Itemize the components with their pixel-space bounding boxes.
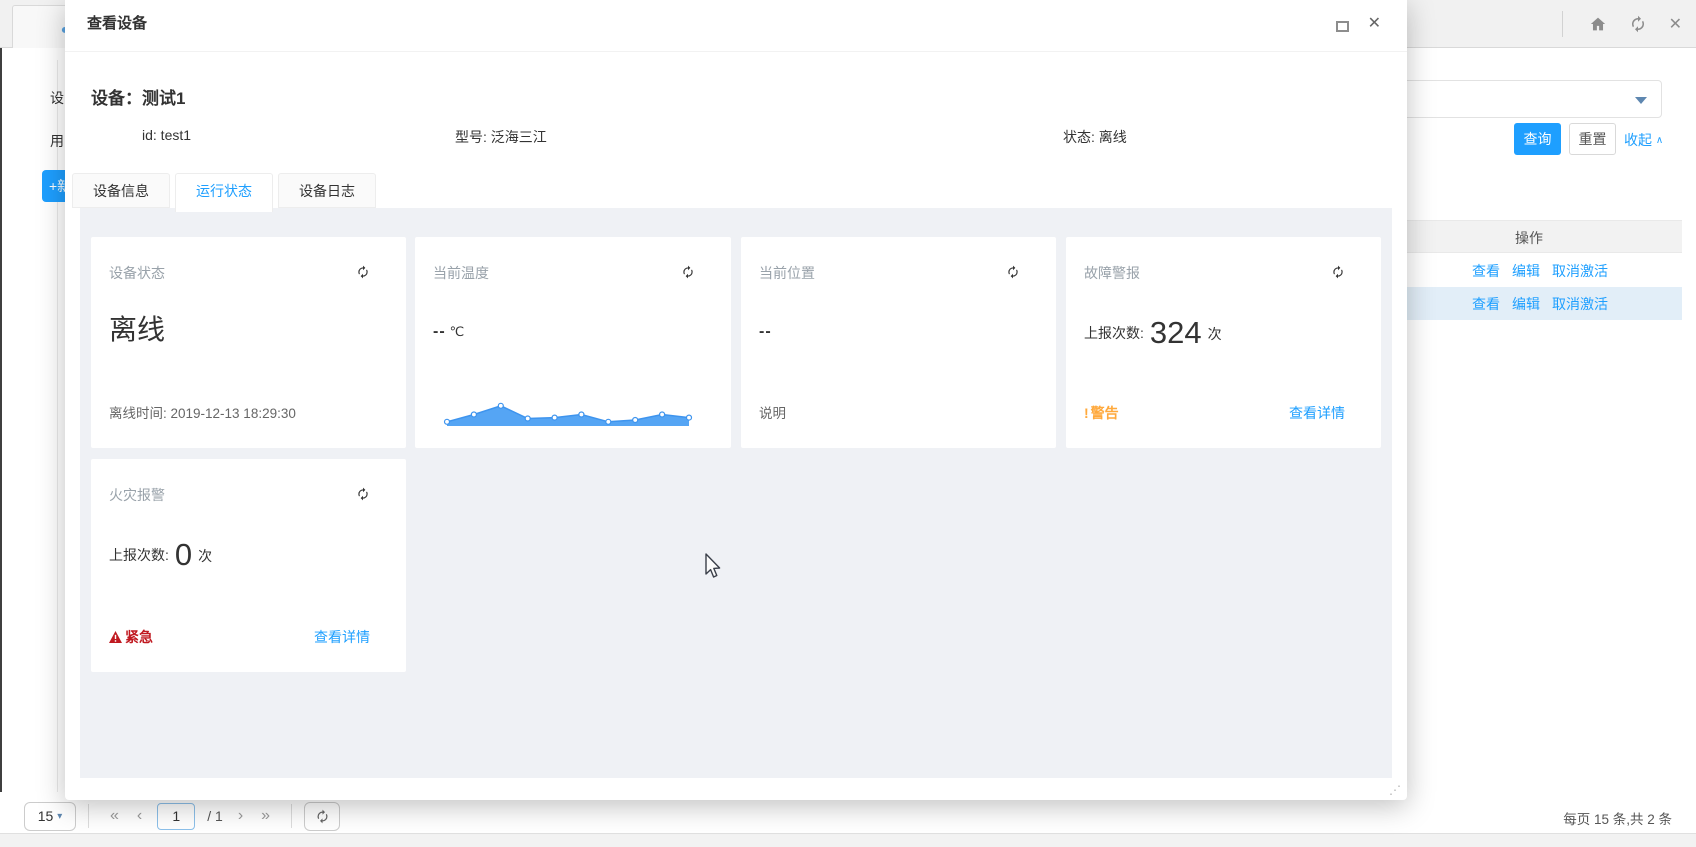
- chevron-down-icon: [1635, 97, 1647, 104]
- exclamation-icon: !: [1084, 405, 1089, 421]
- refresh-icon[interactable]: [356, 487, 370, 504]
- table-row-actions-2: 查看 编辑 取消激活: [1472, 294, 1608, 314]
- report-count-value: 324: [1150, 317, 1202, 348]
- page-size-select[interactable]: 15 ▾: [24, 802, 76, 831]
- tab-running-state[interactable]: 运行状态: [175, 173, 273, 212]
- modal-title: 查看设备: [87, 12, 147, 33]
- temperature-unit: ℃: [450, 324, 466, 339]
- card-title: 设备状态: [109, 263, 165, 283]
- divider: [88, 804, 89, 828]
- report-count-unit: 次: [1208, 324, 1222, 348]
- danger-label: 紧急: [125, 627, 153, 647]
- location-value: --: [759, 323, 772, 341]
- page-size-value: 15: [38, 808, 54, 824]
- pagination-bar: 15 ▾ « ‹ / 1 › »: [24, 801, 340, 831]
- card-title: 故障警报: [1084, 263, 1140, 283]
- close-icon[interactable]: ✕: [1368, 13, 1381, 33]
- temperature-sparkline: [443, 401, 693, 427]
- reset-button[interactable]: 重置: [1569, 123, 1616, 155]
- mouse-cursor: [700, 551, 724, 581]
- view-detail-link[interactable]: 查看详情: [1289, 403, 1345, 423]
- table-row-actions-1: 查看 编辑 取消激活: [1472, 261, 1608, 281]
- edit-link[interactable]: 编辑: [1512, 294, 1540, 314]
- window-left-edge: [0, 0, 2, 792]
- prev-page-button[interactable]: ‹: [128, 807, 151, 825]
- warning-label: 警告: [1091, 405, 1119, 421]
- filter-label-clipped-1: 设: [50, 88, 65, 108]
- tab-device-log[interactable]: 设备日志: [278, 173, 376, 208]
- filter-label-clipped-2: 用: [50, 131, 65, 151]
- temperature-value: -- ℃: [433, 323, 465, 341]
- card-location: 当前位置 -- 说明: [741, 237, 1056, 448]
- refresh-icon[interactable]: [1629, 15, 1647, 33]
- modal-header: 查看设备 ✕: [65, 0, 1407, 52]
- next-page-button[interactable]: ›: [229, 807, 252, 825]
- report-count-label: 上报次数:: [109, 545, 169, 570]
- location-note: 说明: [759, 402, 786, 422]
- close-icon[interactable]: ✕: [1669, 14, 1682, 34]
- card-title: 火灾报警: [109, 485, 165, 505]
- tab-device-info[interactable]: 设备信息: [72, 173, 170, 208]
- view-link[interactable]: 查看: [1472, 294, 1500, 314]
- report-count-unit: 次: [198, 546, 212, 570]
- caret-down-icon: ▾: [57, 811, 62, 822]
- refresh-icon[interactable]: [1006, 265, 1020, 282]
- device-id: id: test1: [142, 127, 191, 143]
- add-button[interactable]: +新: [42, 170, 65, 202]
- view-device-modal: 查看设备 ✕ 设备：测试1 id: test1 型号: 泛海三江 状态: 离线 …: [65, 0, 1407, 800]
- device-status: 状态: 离线: [1063, 127, 1127, 147]
- modal-tabs: 设备信息 运行状态 设备日志: [72, 173, 376, 212]
- query-button[interactable]: 查询: [1514, 123, 1561, 155]
- status-strip: [0, 833, 1696, 847]
- report-count-value: 0: [175, 539, 192, 570]
- last-page-button[interactable]: »: [252, 807, 279, 825]
- card-temperature: 当前温度 -- ℃: [415, 237, 731, 448]
- report-count-label: 上报次数:: [1084, 323, 1144, 348]
- refresh-list-button[interactable]: [304, 802, 340, 831]
- maximize-icon[interactable]: [1336, 21, 1349, 32]
- device-status-value: 离线: [109, 308, 165, 348]
- collapse-link[interactable]: 收起 ∧: [1624, 130, 1663, 150]
- divider: [1562, 11, 1563, 37]
- total-pages-label: / 1: [207, 808, 223, 824]
- pagination-summary: 每页 15 条,共 2 条: [1563, 808, 1672, 828]
- edit-link[interactable]: 编辑: [1512, 261, 1540, 281]
- card-title: 当前位置: [759, 263, 815, 283]
- refresh-icon[interactable]: [681, 265, 695, 282]
- home-icon[interactable]: [1589, 15, 1607, 33]
- device-model: 型号: 泛海三江: [455, 127, 547, 147]
- first-page-button[interactable]: «: [101, 807, 128, 825]
- collapse-label: 收起: [1624, 132, 1652, 148]
- offline-time: 离线时间: 2019-12-13 18:29:30: [109, 402, 296, 422]
- temperature-number: --: [433, 323, 446, 340]
- card-fault-alarm: 故障警报 上报次数: 324 次 !警告 查看详情: [1066, 237, 1381, 448]
- view-detail-link[interactable]: 查看详情: [314, 627, 370, 647]
- refresh-icon[interactable]: [356, 265, 370, 282]
- table-header-operation: 操作: [1515, 228, 1543, 248]
- device-title: 设备：测试1: [91, 84, 185, 109]
- card-device-status: 设备状态 离线 离线时间: 2019-12-13 18:29:30: [91, 237, 406, 448]
- divider: [291, 804, 292, 828]
- refresh-icon[interactable]: [1331, 265, 1345, 282]
- card-fire-alarm: 火灾报警 上报次数: 0 次 紧急 查看详情: [91, 459, 406, 672]
- deactivate-link[interactable]: 取消激活: [1552, 261, 1608, 281]
- view-link[interactable]: 查看: [1472, 261, 1500, 281]
- deactivate-link[interactable]: 取消激活: [1552, 294, 1608, 314]
- card-title: 当前温度: [433, 263, 489, 283]
- page-number-input[interactable]: [157, 803, 195, 830]
- resize-handle[interactable]: ⋰: [1389, 783, 1401, 797]
- danger-badge: 紧急: [109, 627, 153, 647]
- refresh-icon: [315, 809, 330, 824]
- warning-badge: !警告: [1084, 403, 1119, 423]
- warning-triangle-icon: [109, 631, 122, 643]
- caret-up-icon: ∧: [1656, 135, 1663, 146]
